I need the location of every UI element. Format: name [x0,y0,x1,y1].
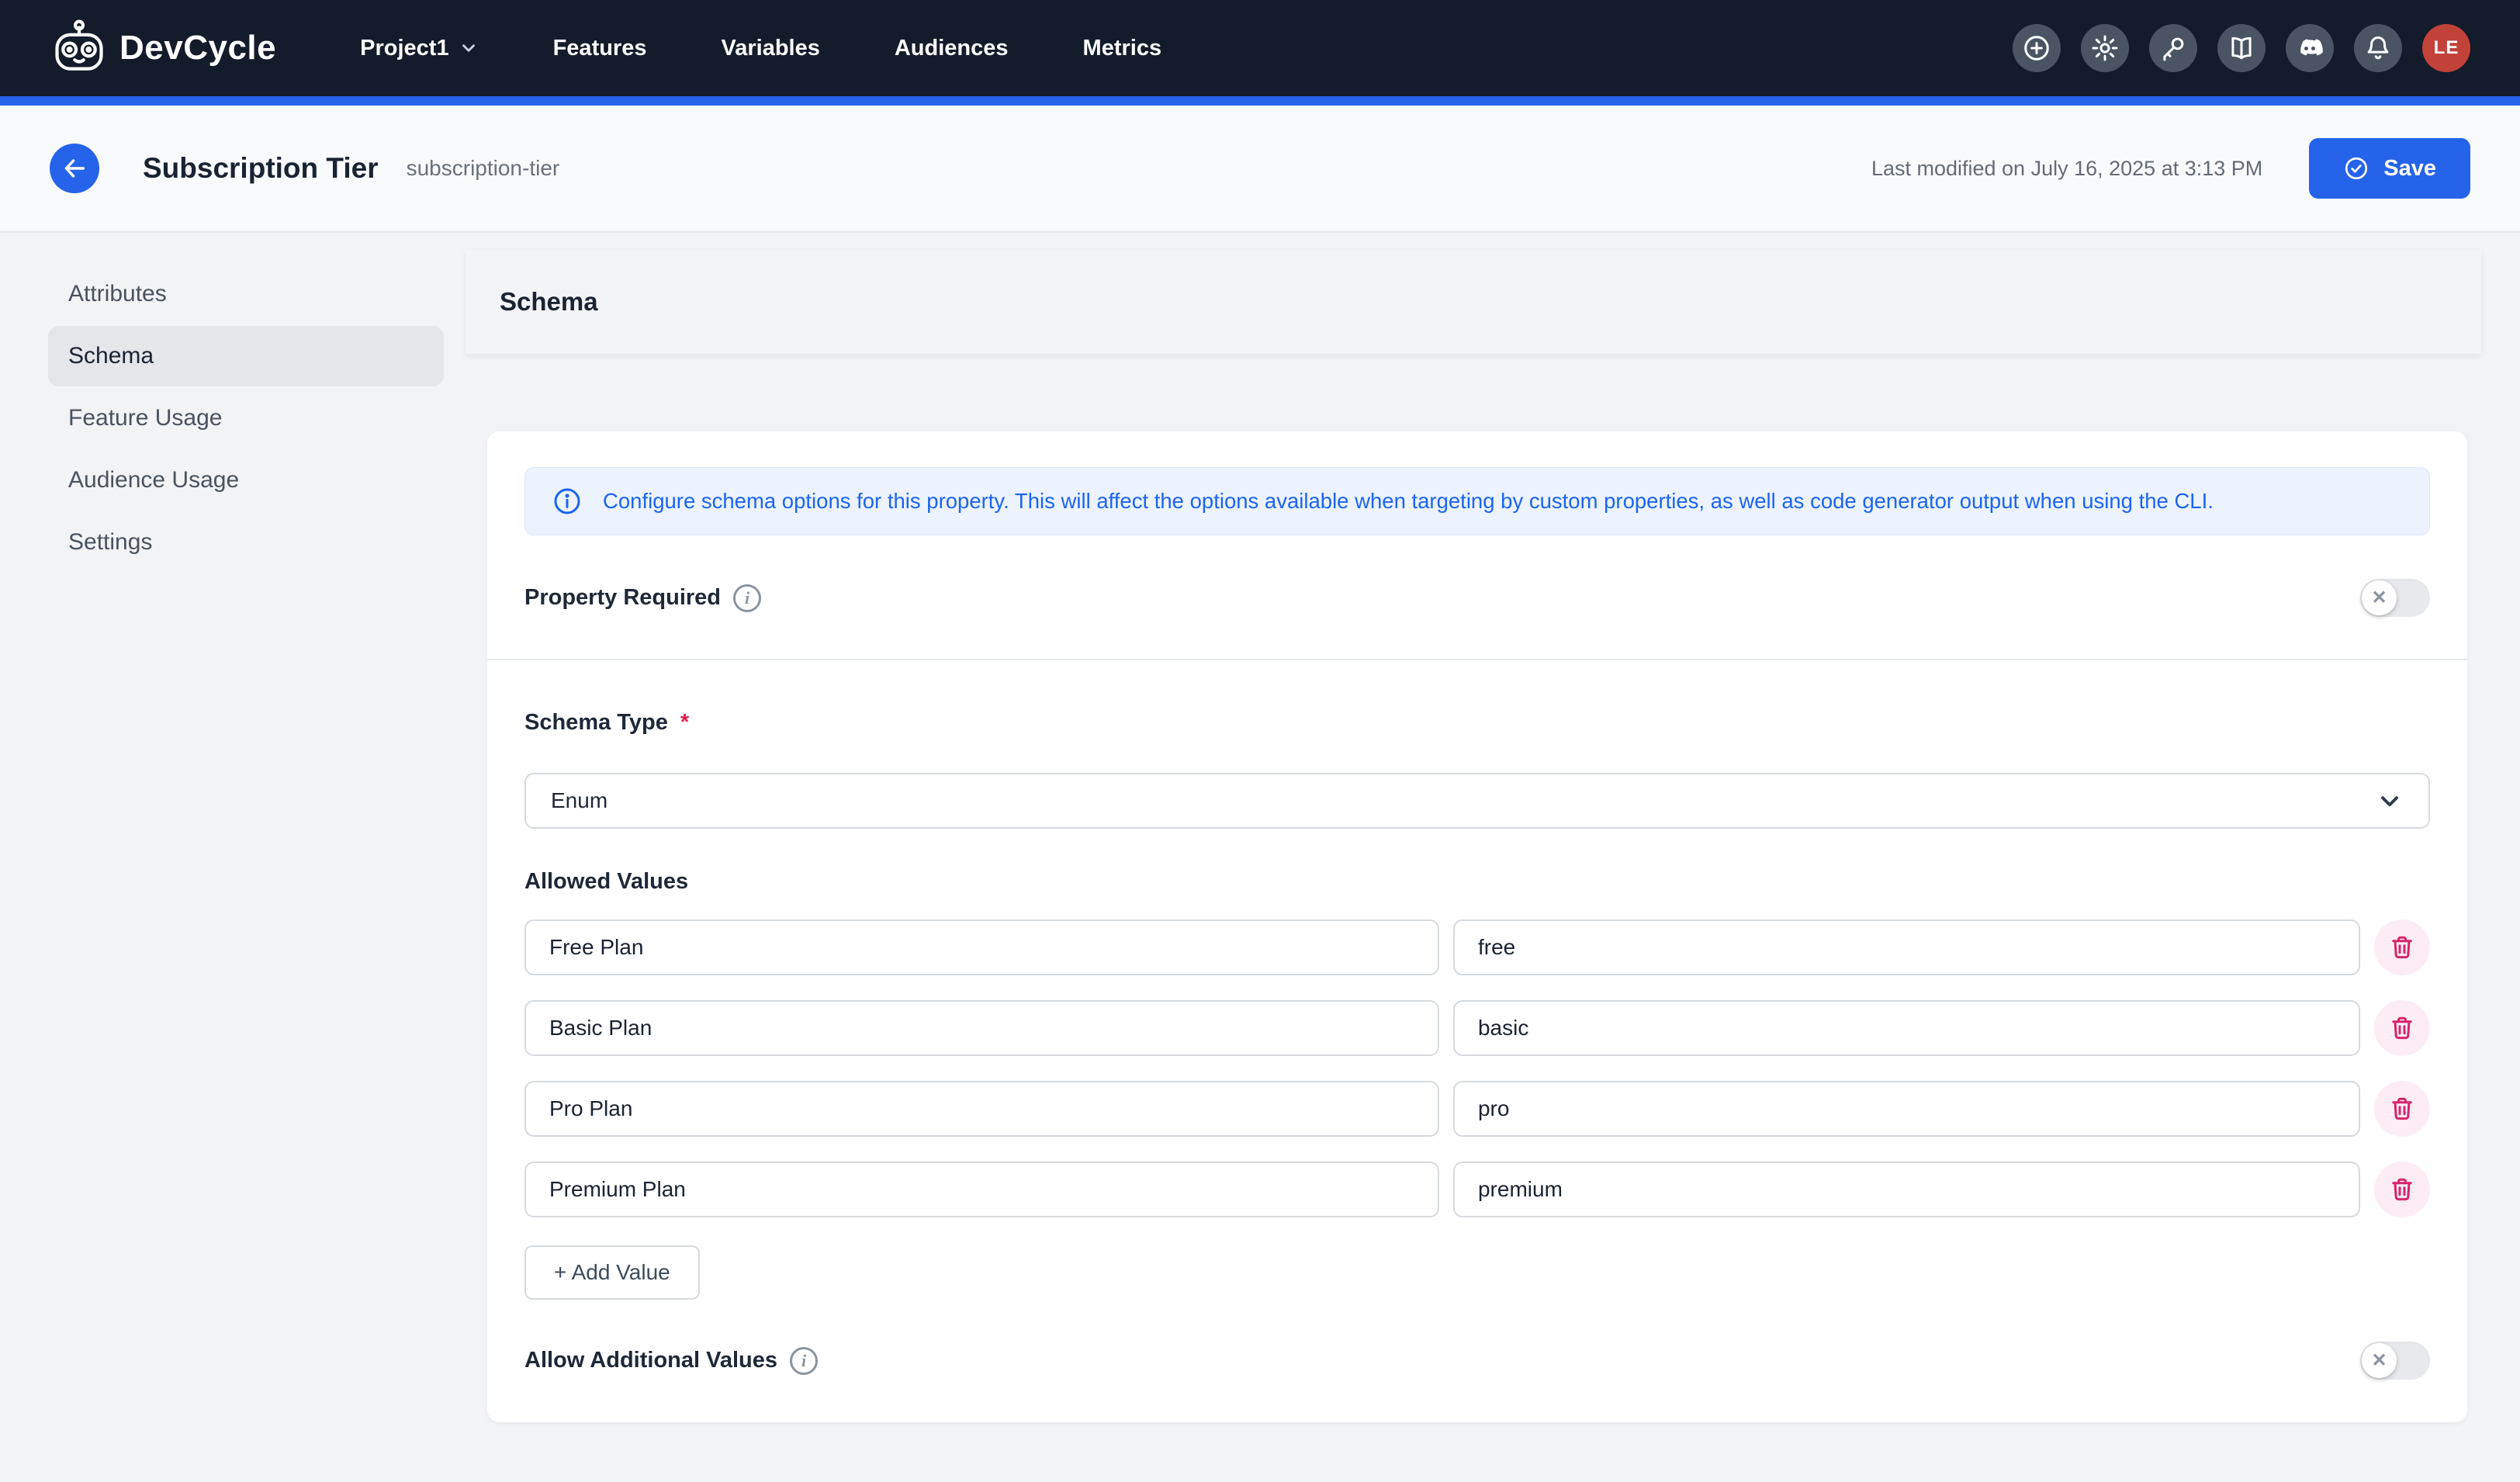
toggle-knob: ✕ [2362,580,2397,615]
sidebar-item-settings[interactable]: Settings [48,512,444,573]
notifications-button[interactable] [2354,24,2402,72]
info-icon[interactable]: i [733,584,761,612]
toggle-off-x-icon: ✕ [2371,589,2387,608]
toggle-off-x-icon: ✕ [2371,1352,2387,1370]
sidebar-item-audience-usage[interactable]: Audience Usage [48,450,444,511]
allow-additional-toggle[interactable]: ✕ [2360,1342,2430,1380]
section-header: Schema [466,250,2481,354]
property-required-label-text: Property Required [524,585,721,611]
toggle-knob: ✕ [2362,1343,2397,1378]
api-keys-button[interactable] [2149,24,2197,72]
project-selector-label: Project1 [360,36,448,61]
value-key-input[interactable] [1453,1000,2360,1056]
sidebar-item-feature-usage[interactable]: Feature Usage [48,388,444,448]
allowed-value-row [524,1000,2430,1056]
sidebar-item-attributes[interactable]: Attributes [48,264,444,324]
info-icon[interactable]: i [790,1347,818,1375]
project-selector[interactable]: Project1 [331,20,507,77]
settings-button[interactable] [2081,24,2129,72]
trash-icon [2388,1176,2416,1203]
robot-logo-icon [50,19,109,78]
last-modified-text: Last modified on July 16, 2025 at 3:13 P… [1871,157,2262,181]
trash-icon [2388,1095,2416,1123]
create-button[interactable] [2013,24,2061,72]
user-avatar[interactable]: LE [2422,24,2470,72]
accent-bar [0,96,2520,106]
discord-icon [2294,33,2325,64]
top-navbar: DevCycle Project1 Features Variables Aud… [0,0,2520,96]
add-value-button[interactable]: + Add Value [524,1245,700,1300]
value-key-input[interactable] [1453,919,2360,975]
chevron-down-icon [2376,787,2404,815]
page-title: Subscription Tier [143,152,379,185]
docs-button[interactable] [2217,24,2266,72]
delete-value-button[interactable] [2374,1000,2430,1056]
schema-type-label: Schema Type * [524,710,2430,736]
schema-card: Configure schema options for this proper… [487,431,2467,1422]
value-label-input[interactable] [524,1081,1439,1137]
allowed-values-label: Allowed Values [524,869,2430,895]
nav-link-variables[interactable]: Variables [691,20,849,77]
check-circle-icon [2343,155,2369,182]
nav-link-metrics[interactable]: Metrics [1054,20,1192,77]
navbar-actions: LE [2013,24,2470,72]
value-label-input[interactable] [524,919,1439,975]
delete-value-button[interactable] [2374,1162,2430,1217]
trash-icon [2388,1014,2416,1042]
schema-type-selected-value: Enum [551,788,608,813]
value-key-input[interactable] [1453,1162,2360,1217]
schema-type-section: Schema Type * Enum [524,710,2430,829]
info-circle-icon [552,486,583,517]
schema-type-label-text: Schema Type [524,710,668,736]
nav-link-audiences[interactable]: Audiences [865,20,1038,77]
key-icon [2158,33,2188,63]
devcycle-logo[interactable]: DevCycle [50,19,276,78]
plus-circle-icon [2022,33,2051,63]
bell-icon [2363,33,2393,63]
section-divider [487,659,2467,660]
nav-link-features[interactable]: Features [524,20,677,77]
property-required-toggle[interactable]: ✕ [2360,579,2430,617]
allowed-value-row [524,1162,2430,1217]
delete-value-button[interactable] [2374,919,2430,975]
gear-icon [2090,33,2120,63]
save-button-label: Save [2383,156,2436,182]
property-required-label: Property Required i [524,584,761,612]
info-banner: Configure schema options for this proper… [524,467,2430,535]
back-button[interactable] [50,144,99,193]
sidebar-item-schema[interactable]: Schema [48,326,444,386]
value-label-input[interactable] [524,1162,1439,1217]
chevron-down-icon [459,38,479,58]
logo-wordmark: DevCycle [119,29,276,68]
page-slug: subscription-tier [407,156,560,181]
value-label-input[interactable] [524,1000,1439,1056]
book-icon [2227,33,2256,63]
delete-value-button[interactable] [2374,1081,2430,1137]
schema-type-select[interactable]: Enum [524,773,2430,829]
info-banner-text: Configure schema options for this proper… [603,489,2214,514]
save-button[interactable]: Save [2309,138,2470,199]
page-header: Subscription Tier subscription-tier Last… [0,106,2520,233]
property-required-row: Property Required i ✕ [524,579,2430,617]
allowed-value-row [524,1081,2430,1137]
value-key-input[interactable] [1453,1081,2360,1137]
allow-additional-label-text: Allow Additional Values [524,1348,777,1373]
required-asterisk: * [680,710,689,736]
settings-sidebar: Attributes Schema Feature Usage Audience… [48,264,444,574]
trash-icon [2388,933,2416,961]
nav-links: Project1 Features Variables Audiences Me… [331,20,1191,77]
allowed-value-row [524,919,2430,975]
arrow-left-icon [61,155,88,182]
section-title: Schema [500,287,598,317]
allow-additional-label: Allow Additional Values i [524,1347,818,1375]
allow-additional-row: Allow Additional Values i ✕ [524,1342,2430,1380]
discord-button[interactable] [2286,24,2334,72]
header-right: Last modified on July 16, 2025 at 3:13 P… [1871,138,2470,199]
